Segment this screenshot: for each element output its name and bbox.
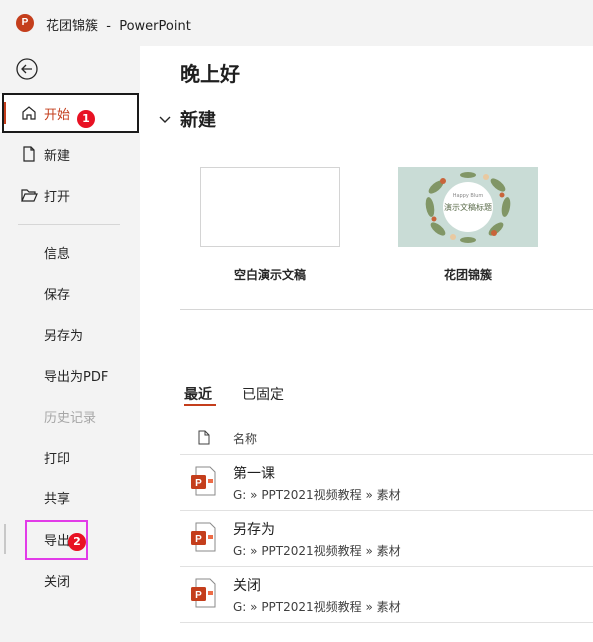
sidebar-item-print[interactable]: 打印	[0, 438, 140, 476]
annotation-box-home	[2, 93, 139, 133]
file-path: G: » PPT2021视频教程 » 素材	[233, 544, 401, 558]
svg-text:P: P	[195, 590, 202, 601]
sidebar-item-info[interactable]: 信息	[0, 233, 140, 271]
sidebar-item-label: 保存	[44, 288, 71, 303]
export-hover-indicator	[4, 524, 6, 554]
sidebar-item-label: 新建	[44, 149, 71, 164]
template-flower-theme[interactable]: Happy Blum 演示文稿标题	[398, 167, 538, 247]
back-arrow-icon[interactable]	[16, 58, 38, 80]
sidebar-item-save[interactable]: 保存	[0, 274, 140, 312]
folder-open-icon	[21, 189, 38, 202]
file-name: 第一课	[233, 466, 275, 482]
file-name: 关闭	[233, 578, 261, 594]
template-label: 花团锦簇	[443, 268, 492, 282]
file-path: G: » PPT2021视频教程 » 素材	[233, 600, 401, 614]
sidebar-item-label: 关闭	[44, 575, 71, 590]
document-icon	[198, 430, 210, 445]
sidebar-item-share[interactable]: 共享	[0, 478, 140, 516]
row-separator	[180, 622, 593, 623]
column-header-name[interactable]: 名称	[233, 430, 257, 447]
title-bar: P 花团锦簇 - PowerPoint	[0, 0, 593, 46]
recent-file-row[interactable]: P 另存为 G: » PPT2021视频教程 » 素材	[180, 514, 593, 564]
new-section-title: 新建	[180, 110, 216, 131]
sidebar-item-label: 打印	[44, 452, 71, 467]
pptx-file-icon: P	[191, 522, 216, 552]
sidebar-item-label: 打开	[44, 190, 71, 205]
section-divider	[180, 309, 593, 310]
tab-pinned[interactable]: 已固定	[242, 384, 284, 404]
sidebar-item-new[interactable]: 新建	[0, 135, 140, 173]
sidebar-item-label: 共享	[44, 492, 71, 507]
new-document-icon	[23, 146, 35, 162]
row-separator	[180, 566, 593, 567]
sidebar-item-open[interactable]: 打开	[0, 176, 140, 214]
sidebar-divider	[18, 224, 120, 225]
step-badge-2: 2	[68, 533, 86, 551]
sidebar-item-export-pdf[interactable]: 导出为PDF	[0, 356, 140, 394]
backstage-main: 晚上好 新建 空白演示文稿 Happy Blum 演示文稿标题 花团锦簇 最近 …	[140, 46, 593, 642]
greeting-heading: 晚上好	[180, 62, 240, 86]
sidebar-item-label: 信息	[44, 247, 71, 262]
sidebar-item-label: 历史记录	[44, 411, 97, 426]
pptx-file-icon: P	[191, 466, 216, 496]
window-title: 花团锦簇 - PowerPoint	[46, 19, 191, 34]
row-separator	[180, 510, 593, 511]
tab-active-underline	[184, 404, 216, 406]
template-label: 空白演示文稿	[233, 268, 306, 282]
backstage-sidebar: 开始 新建 打开 信息 保存 另存为 导出为PDF 历史记录 打印 共享 导出 …	[0, 46, 140, 642]
svg-text:P: P	[195, 478, 202, 489]
recent-file-row[interactable]: P 关闭 G: » PPT2021视频教程 » 素材	[180, 570, 593, 620]
file-name: 另存为	[233, 522, 275, 538]
thumbnail-subtitle: Happy Blum	[452, 193, 484, 199]
file-path: G: » PPT2021视频教程 » 素材	[233, 488, 401, 502]
sidebar-item-save-as[interactable]: 另存为	[0, 315, 140, 353]
pptx-file-icon: P	[191, 578, 216, 608]
recent-file-row[interactable]: P 第一课 G: » PPT2021视频教程 » 素材	[180, 458, 593, 508]
row-separator	[180, 454, 593, 455]
svg-text:P: P	[195, 534, 202, 545]
sidebar-item-close[interactable]: 关闭	[0, 561, 140, 599]
sidebar-item-history: 历史记录	[0, 397, 140, 435]
thumbnail-title: 演示文稿标题	[444, 203, 492, 212]
sidebar-item-label: 另存为	[44, 329, 84, 344]
powerpoint-app-icon: P	[16, 14, 37, 32]
chevron-down-icon[interactable]	[158, 112, 172, 126]
sidebar-item-label: 导出为PDF	[44, 370, 109, 385]
template-blank-presentation[interactable]	[200, 167, 340, 247]
tab-recent[interactable]: 最近	[184, 384, 212, 404]
step-badge-1: 1	[77, 110, 95, 128]
